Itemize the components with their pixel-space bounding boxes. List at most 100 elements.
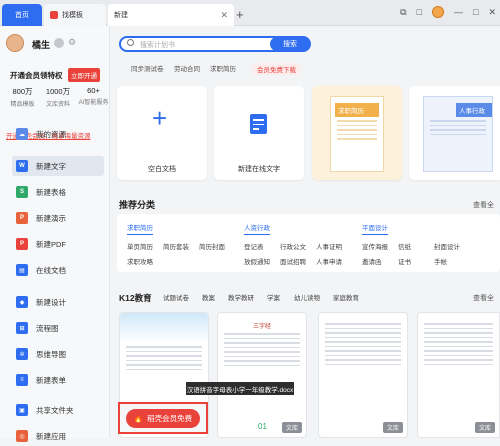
k12-thumb-sanzijing[interactable]: 三字经 01 文库: [217, 312, 307, 438]
category-head-resume[interactable]: 求职简历: [127, 222, 153, 235]
sidebar-item-new-pdf[interactable]: P 新建PDF: [12, 234, 104, 254]
hr-template-card[interactable]: 人事行政: [409, 86, 500, 180]
layout-icon[interactable]: ⧉: [400, 7, 406, 18]
category-item[interactable]: 登记表: [244, 241, 264, 251]
tile-icon[interactable]: □: [417, 7, 422, 17]
category-item[interactable]: 简历套装: [163, 241, 189, 251]
close-window-icon[interactable]: ✕: [488, 7, 496, 18]
sidebar-item-label: 共享文件夹: [36, 405, 74, 415]
member-badge-icon: [54, 38, 64, 48]
category-item[interactable]: 人事证明: [316, 241, 342, 251]
resume-preview-title: 求职简历: [335, 103, 379, 117]
sidebar-item-label: 我的资源: [36, 129, 66, 139]
k12-thumb-worksheet[interactable]: 文库: [318, 312, 408, 438]
stat-label: 文库资料: [45, 102, 70, 108]
plus-icon: +: [152, 103, 168, 133]
sidebar-item-flowchart[interactable]: ⊞ 流程图: [12, 318, 104, 338]
user-avatar[interactable]: [432, 6, 445, 18]
tab-templates[interactable]: 找模板: [44, 4, 106, 26]
thumb-title: 三字经: [252, 324, 271, 330]
blank-doc-card[interactable]: + 空白文档: [117, 86, 207, 180]
sidebar-item-label: 新建PDF: [36, 239, 66, 249]
search-icon: [127, 39, 134, 46]
category-item[interactable]: 放假通知: [244, 256, 270, 266]
online-doc-icon: [250, 114, 267, 134]
stat-library: 1000万 文库资料: [42, 86, 75, 108]
recommend-see-all[interactable]: 查看全: [473, 200, 494, 210]
category-item[interactable]: 面试招聘: [280, 256, 306, 266]
sidebar-item-new-slides[interactable]: P 新建演示: [12, 208, 104, 228]
new-online-doc-card[interactable]: 新建在线文字: [214, 86, 304, 180]
profile-name[interactable]: 橘生: [32, 38, 50, 51]
category-item[interactable]: 单页简历: [127, 241, 153, 251]
k12-tab[interactable]: 幼儿读物: [294, 292, 320, 302]
sidebar-item-my-resources[interactable]: ☁ 我的资源: [12, 124, 104, 144]
sidebar-item-new-word[interactable]: W 新建文字: [12, 156, 104, 176]
category-item[interactable]: 人事申请: [316, 256, 342, 266]
library-badge: 文库: [474, 422, 495, 433]
sidebar-item-new-form[interactable]: ≡ 新建表单: [12, 370, 104, 390]
sidebar-item-shared-folder[interactable]: ▣ 共享文件夹: [12, 400, 104, 420]
category-item[interactable]: 行政公文: [280, 241, 306, 251]
stat-label: 精品模板: [10, 102, 35, 108]
sidebar-item-label: 新建表格: [36, 187, 66, 197]
category-head-hr[interactable]: 人资行政: [244, 222, 270, 235]
sidebar-item-new-design[interactable]: ◆ 新建设计: [12, 292, 104, 312]
pinyin-banner: [120, 313, 208, 343]
sidebar-item-mindmap[interactable]: ✲ 思维导图: [12, 344, 104, 364]
vip-open-button[interactable]: 立即开通: [68, 68, 100, 82]
slides-icon: P: [16, 212, 28, 224]
k12-tab[interactable]: 试题试卷: [163, 292, 189, 302]
hot-search-item[interactable]: 求职简历: [210, 63, 236, 73]
k12-tab[interactable]: 学案: [267, 292, 280, 302]
tab-new[interactable]: 新建 ✕: [108, 4, 234, 26]
k12-tab[interactable]: 教学教研: [228, 292, 254, 302]
hr-preview: 人事行政: [423, 96, 493, 172]
category-item[interactable]: 手帐: [434, 256, 447, 266]
category-item[interactable]: 证书: [398, 256, 411, 266]
k12-thumb-math[interactable]: 文库: [417, 312, 500, 438]
category-head-design[interactable]: 平面设计: [362, 222, 388, 235]
sidebar-item-online-doc[interactable]: ▤ 在线文档: [12, 260, 104, 280]
hot-search-item[interactable]: 劳动合同: [174, 63, 200, 73]
window-controls: ⧉ □ — □ ✕: [400, 6, 496, 18]
sidebar-item-label: 新建文字: [36, 161, 66, 171]
category-item[interactable]: 宣传海报: [362, 241, 388, 251]
add-tab-icon[interactable]: +: [236, 7, 244, 22]
sidebar-item-new-sheet[interactable]: S 新建表格: [12, 182, 104, 202]
k12-tab[interactable]: 教案: [202, 292, 215, 302]
category-item[interactable]: 邀请函: [362, 256, 382, 266]
maximize-icon[interactable]: □: [473, 7, 478, 17]
flame-icon: 🔥: [133, 413, 144, 423]
sidebar-item-label: 新建设计: [36, 297, 66, 307]
k12-tab[interactable]: 家庭教育: [333, 292, 359, 302]
k12-see-all[interactable]: 查看全: [473, 293, 494, 303]
hot-search-vip[interactable]: 会员免费下载: [252, 63, 301, 75]
search-input[interactable]: 搜索计划书: [140, 40, 175, 50]
word-icon: W: [16, 160, 28, 172]
category-item[interactable]: 信纸: [398, 241, 411, 251]
close-tab-icon[interactable]: ✕: [220, 10, 228, 21]
category-item[interactable]: 求职攻略: [127, 256, 153, 266]
mindmap-icon: ✲: [16, 348, 28, 360]
tab-home[interactable]: 首页: [2, 4, 42, 26]
tab-bar: 首页 找模板 新建 ✕ + ⧉ □ — □ ✕: [0, 0, 500, 26]
sidebar-item-new-app[interactable]: ◎ 新建应用: [12, 426, 104, 446]
online-doc-icon: ▤: [16, 264, 28, 276]
category-item[interactable]: 封面设计: [434, 241, 460, 251]
sidebar: 橘生 ⚙ 开通会员领特权 立即开通 800万 精品模板 1000万 文库资料 60+…: [0, 26, 110, 442]
minimize-icon[interactable]: —: [454, 7, 463, 17]
vip-free-button[interactable]: 🔥 稻壳会员免费: [118, 402, 208, 434]
gear-icon[interactable]: ⚙: [68, 37, 76, 48]
hot-search-item[interactable]: 同步测试卷: [131, 63, 164, 73]
sidebar-item-label: 流程图: [36, 323, 59, 333]
search-button[interactable]: 搜索: [270, 37, 310, 51]
tab-home-label: 首页: [15, 12, 29, 19]
library-badge: 文库: [281, 422, 302, 433]
profile-avatar[interactable]: [6, 34, 24, 52]
category-item[interactable]: 简历封面: [199, 241, 225, 251]
file-tooltip: 汉语拼音字母表小学一年级教学.docx: [186, 382, 294, 395]
search-bar[interactable]: 搜索计划书 搜索: [119, 36, 311, 52]
resume-template-card[interactable]: 求职简历: [312, 86, 402, 180]
docer-logo-icon: [50, 11, 58, 19]
